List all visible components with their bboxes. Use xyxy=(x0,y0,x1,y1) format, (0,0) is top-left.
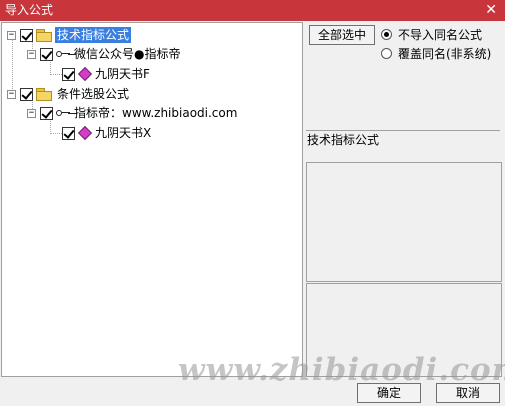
key-icon xyxy=(56,108,70,118)
node-checkbox[interactable] xyxy=(20,28,33,42)
collapse-icon[interactable]: − xyxy=(7,89,16,99)
close-icon[interactable]: ✕ xyxy=(485,2,497,18)
radio-button[interactable] xyxy=(381,48,392,59)
node-label: 微信公众号●指标帝 xyxy=(74,47,181,61)
collapse-icon[interactable]: − xyxy=(27,108,36,118)
radio-button[interactable] xyxy=(381,29,392,40)
cancel-button[interactable]: 取消 xyxy=(436,383,500,403)
radio-no-import[interactable]: 不导入同名公式 xyxy=(381,26,482,43)
collapse-icon[interactable]: − xyxy=(7,30,16,40)
tree-connector xyxy=(50,74,62,75)
collapse-icon[interactable]: − xyxy=(27,49,36,59)
tree-node-author-group[interactable]: − 指标帝：www.zhibiaodi.com xyxy=(27,104,239,122)
radio-overwrite[interactable]: 覆盖同名(非系统) xyxy=(381,45,491,62)
tree-node-technical-formulas[interactable]: − 技术指标公式 xyxy=(7,26,132,44)
node-label: 九阴天书F xyxy=(95,67,150,81)
description-box xyxy=(306,162,502,282)
formula-icon xyxy=(78,127,90,139)
formula-type-label: 技术指标公式 xyxy=(306,130,500,156)
node-checkbox[interactable] xyxy=(40,47,53,61)
folder-icon xyxy=(36,88,52,101)
node-checkbox[interactable] xyxy=(40,106,53,120)
tree-node-formula[interactable]: 九阴天书X xyxy=(62,124,153,142)
node-checkbox[interactable] xyxy=(62,126,75,140)
node-label: 九阴天书X xyxy=(95,126,152,140)
tree-node-stock-screening[interactable]: − 条件选股公式 xyxy=(7,85,131,103)
select-all-button[interactable]: 全部选中 xyxy=(309,25,375,45)
key-icon xyxy=(56,49,70,59)
formula-icon xyxy=(78,68,90,80)
ok-button[interactable]: 确定 xyxy=(357,383,421,403)
node-label: 条件选股公式 xyxy=(57,87,130,101)
node-checkbox[interactable] xyxy=(20,87,33,101)
radio-label: 不导入同名公式 xyxy=(398,28,483,42)
folder-icon xyxy=(36,29,52,42)
import-formula-dialog: 导入公式 ✕ − 技术指标公式 − 微信公众号●指标帝 九阴天书F − 条件选股… xyxy=(0,0,505,406)
node-checkbox[interactable] xyxy=(62,67,75,81)
formula-tree[interactable]: − 技术指标公式 − 微信公众号●指标帝 九阴天书F − 条件选股公式 − 指标… xyxy=(1,22,303,377)
title-bar[interactable]: 导入公式 ✕ xyxy=(0,0,505,21)
node-label: 指标帝：www.zhibiaodi.com xyxy=(74,106,238,120)
tree-node-author-group[interactable]: − 微信公众号●指标帝 xyxy=(27,45,182,63)
tree-connector xyxy=(50,133,62,134)
window-title: 导入公式 xyxy=(5,3,54,17)
tree-node-formula[interactable]: 九阴天书F xyxy=(62,65,152,83)
node-label: 技术指标公式 xyxy=(55,27,132,43)
radio-label: 覆盖同名(非系统) xyxy=(398,47,492,61)
